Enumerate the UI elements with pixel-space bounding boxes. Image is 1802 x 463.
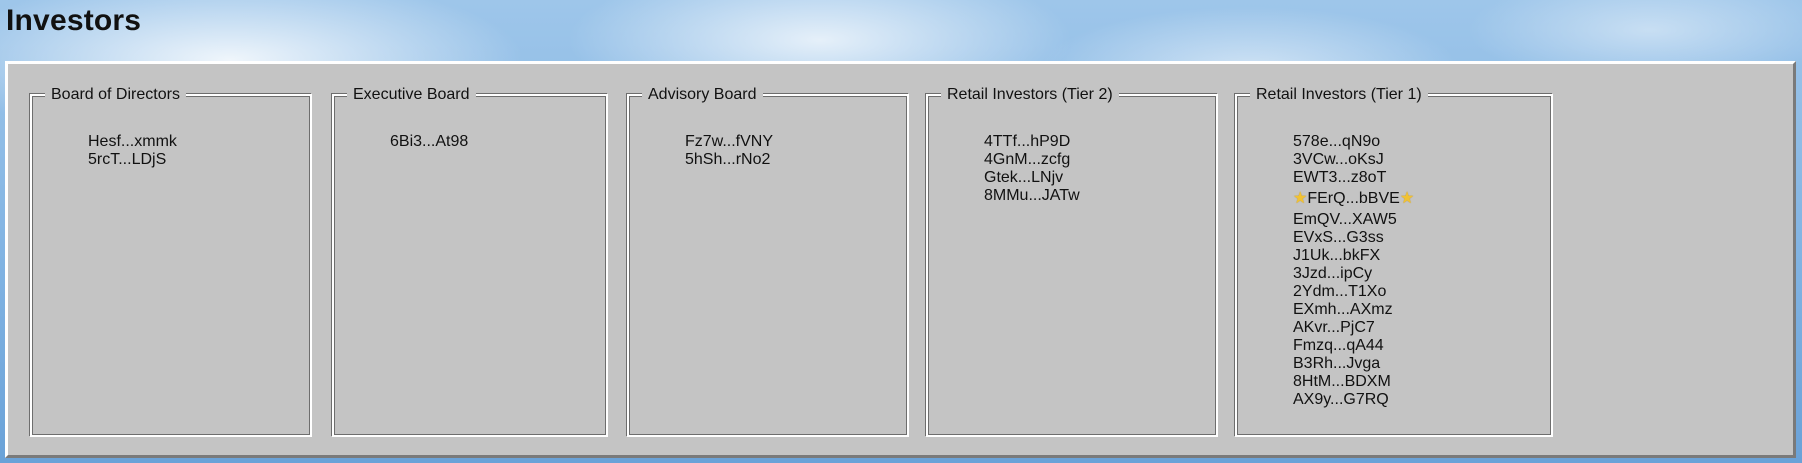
member-list: 4TTf...hP9D 4GnM...zcfg Gtek...LNjv 8MMu…: [984, 133, 1080, 205]
member-item[interactable]: 5hSh...rNo2: [685, 151, 773, 169]
page-title: Investors: [6, 4, 142, 37]
member-item[interactable]: B3Rh...Jvga: [1293, 355, 1414, 373]
member-item[interactable]: EmQV...XAW5: [1293, 211, 1414, 229]
member-item[interactable]: AX9y...G7RQ: [1293, 391, 1414, 409]
member-item[interactable]: 8MMu...JATw: [984, 187, 1080, 205]
member-item[interactable]: 8HtM...BDXM: [1293, 373, 1414, 391]
group-board-of-directors: Board of Directors Hesf...xmmk 5rcT...LD…: [30, 85, 312, 437]
member-item[interactable]: 5rcT...LDjS: [88, 151, 177, 169]
member-item[interactable]: 6Bi3...At98: [390, 133, 468, 151]
star-icon: ★: [1399, 190, 1415, 207]
member-list: Fz7w...fVNY 5hSh...rNo2: [685, 133, 773, 169]
member-list: 578e...qN9o 3VCw...oKsJ EWT3...z8oT ★FEr…: [1293, 133, 1414, 409]
member-item[interactable]: 3Jzd...ipCy: [1293, 265, 1414, 283]
group-retail-investors-tier-2: Retail Investors (Tier 2) 4TTf...hP9D 4G…: [926, 85, 1218, 437]
member-item[interactable]: 2Ydm...T1Xo: [1293, 283, 1414, 301]
group-title: Executive Board: [347, 85, 476, 105]
group-executive-board: Executive Board 6Bi3...At98: [332, 85, 608, 437]
member-item[interactable]: EWT3...z8oT: [1293, 169, 1414, 187]
group-title: Retail Investors (Tier 1): [1250, 85, 1428, 105]
featured-member-item[interactable]: ★FErQ...bBVE★: [1293, 187, 1414, 211]
member-item[interactable]: EXmh...AXmz: [1293, 301, 1414, 319]
member-item[interactable]: 4GnM...zcfg: [984, 151, 1080, 169]
member-item[interactable]: 578e...qN9o: [1293, 133, 1414, 151]
member-item[interactable]: Fmzq...qA44: [1293, 337, 1414, 355]
member-item[interactable]: J1Uk...bkFX: [1293, 247, 1414, 265]
member-list: Hesf...xmmk 5rcT...LDjS: [88, 133, 177, 169]
member-label: FErQ...bBVE: [1307, 190, 1400, 207]
member-item[interactable]: Gtek...LNjv: [984, 169, 1080, 187]
member-item[interactable]: EVxS...G3ss: [1293, 229, 1414, 247]
member-list: 6Bi3...At98: [390, 133, 468, 151]
star-icon: ★: [1293, 190, 1308, 207]
member-item[interactable]: 4TTf...hP9D: [984, 133, 1080, 151]
member-item[interactable]: Fz7w...fVNY: [685, 133, 773, 151]
member-item[interactable]: Hesf...xmmk: [88, 133, 177, 151]
group-title: Retail Investors (Tier 2): [941, 85, 1119, 105]
group-advisory-board: Advisory Board Fz7w...fVNY 5hSh...rNo2: [627, 85, 909, 437]
member-item[interactable]: AKvr...PjC7: [1293, 319, 1414, 337]
member-item[interactable]: 3VCw...oKsJ: [1293, 151, 1414, 169]
group-title: Board of Directors: [45, 85, 186, 105]
group-retail-investors-tier-1: Retail Investors (Tier 1) 578e...qN9o 3V…: [1235, 85, 1553, 437]
investors-panel: Board of Directors Hesf...xmmk 5rcT...LD…: [5, 61, 1796, 458]
group-title: Advisory Board: [642, 85, 763, 105]
